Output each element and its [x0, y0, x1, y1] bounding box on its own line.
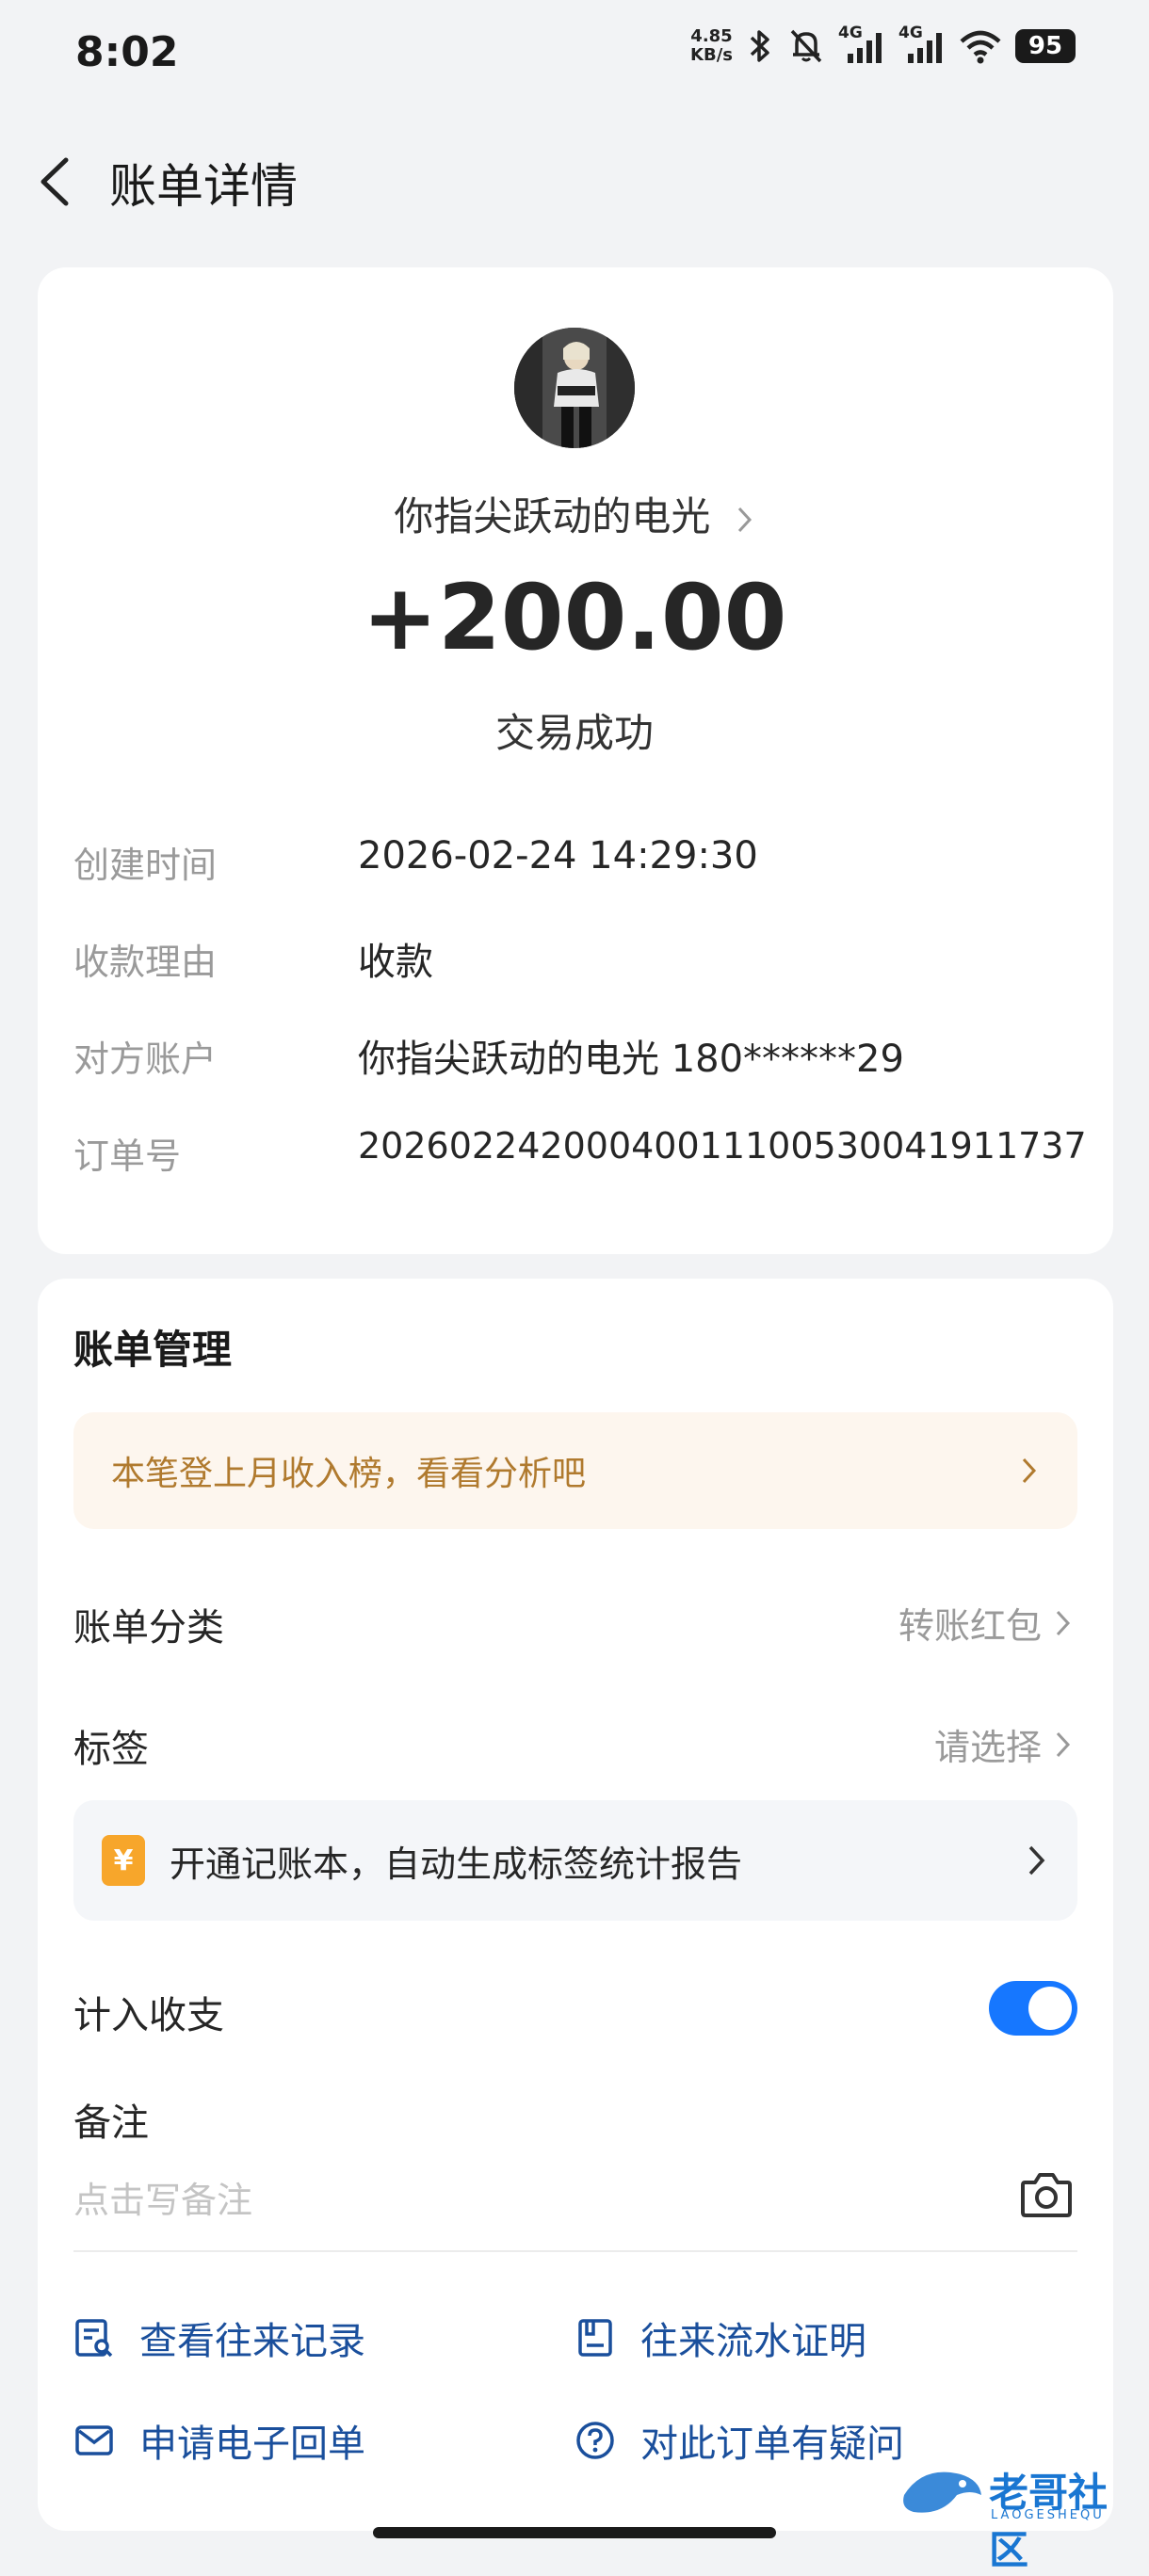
bluetooth-icon: [750, 30, 769, 62]
note-input[interactable]: 点击写备注: [73, 2171, 252, 2223]
detail-value-counterparty: 你指尖跃动的电光 180******29: [358, 1038, 904, 1081]
chevron-right-icon: [737, 507, 752, 532]
network-speed: 4.85 KB/s: [690, 26, 733, 65]
question-icon: [576, 2422, 614, 2459]
payer-name[interactable]: 你指尖跃动的电光: [0, 485, 1149, 542]
request-receipt-link[interactable]: 申请电子回单: [73, 2413, 365, 2468]
detail-label-order-number: 订单号: [73, 1135, 182, 1177]
back-arrow-icon[interactable]: [28, 149, 85, 215]
divider: [73, 2250, 1077, 2252]
order-question-link[interactable]: 对此订单有疑问: [574, 2413, 904, 2468]
tag-label: 标签: [73, 1728, 149, 1771]
camera-icon[interactable]: [1019, 2169, 1074, 2220]
chevron-right-icon: [1028, 1845, 1045, 1876]
toggle-knob: [1028, 1987, 1072, 2030]
income-ranking-banner[interactable]: 本笔登上月收入榜，看看分析吧: [73, 1412, 1077, 1529]
battery-indicator: 95: [1015, 29, 1076, 63]
account-book-text: 开通记账本，自动生成标签统计报告: [170, 1843, 743, 1885]
account-book-icon: ¥: [102, 1835, 145, 1886]
detail-label-counterparty: 对方账户: [73, 1038, 218, 1080]
account-book-banner[interactable]: ¥ 开通记账本，自动生成标签统计报告: [73, 1800, 1077, 1921]
transaction-proof-link[interactable]: 往来流水证明: [574, 2310, 866, 2365]
chevron-right-icon: [1056, 1610, 1071, 1635]
note-label: 备注: [73, 2101, 149, 2145]
dragon-icon: [903, 2471, 981, 2513]
detail-label-created-time: 创建时间: [73, 845, 218, 886]
include-in-stats-toggle[interactable]: [989, 1981, 1077, 2036]
records-search-icon: [75, 2319, 113, 2358]
transaction-status: 交易成功: [494, 710, 654, 756]
chevron-right-icon: [1056, 1731, 1071, 1757]
transaction-amount: +200.00: [362, 565, 787, 670]
detail-value-created-time: 2026-02-24 14:29:30: [358, 834, 758, 877]
category-label: 账单分类: [73, 1606, 224, 1650]
document-icon: [578, 2319, 612, 2357]
section-title: 账单管理: [73, 1327, 233, 1373]
wifi-icon: [960, 30, 1001, 64]
mail-icon: [75, 2425, 113, 2455]
avatar[interactable]: [514, 328, 635, 448]
detail-label-reason: 收款理由: [73, 942, 218, 983]
include-in-stats-label: 计入收支: [73, 1994, 224, 2037]
promo-text: 本笔登上月收入榜，看看分析吧: [111, 1455, 587, 1493]
bell-muted-icon: [790, 29, 822, 63]
page-title: 账单详情: [109, 159, 298, 214]
category-selector[interactable]: 转账红包: [898, 1597, 1074, 1649]
status-time: 8:02: [75, 28, 179, 76]
detail-value-order-number: 2026022420004001110053004191173​7: [358, 1125, 1087, 1167]
signal-4g-icon-2: 4G: [898, 24, 946, 65]
status-icons: 4.85 KB/s 4G 4G 95: [690, 24, 1076, 66]
category-value: 转账红包: [898, 1605, 1042, 1647]
tag-value: 请选择: [933, 1727, 1042, 1768]
home-indicator[interactable]: [373, 2527, 776, 2538]
detail-value-reason: 收款: [358, 941, 433, 984]
watermark-logo: 老哥社区 LAOGESHEQU: [895, 2457, 1138, 2573]
signal-4g-icon: 4G: [838, 24, 885, 65]
chevron-right-icon: [1022, 1457, 1037, 1484]
view-history-link[interactable]: 查看往来记录: [73, 2310, 365, 2365]
tag-selector[interactable]: 请选择: [934, 1718, 1074, 1770]
